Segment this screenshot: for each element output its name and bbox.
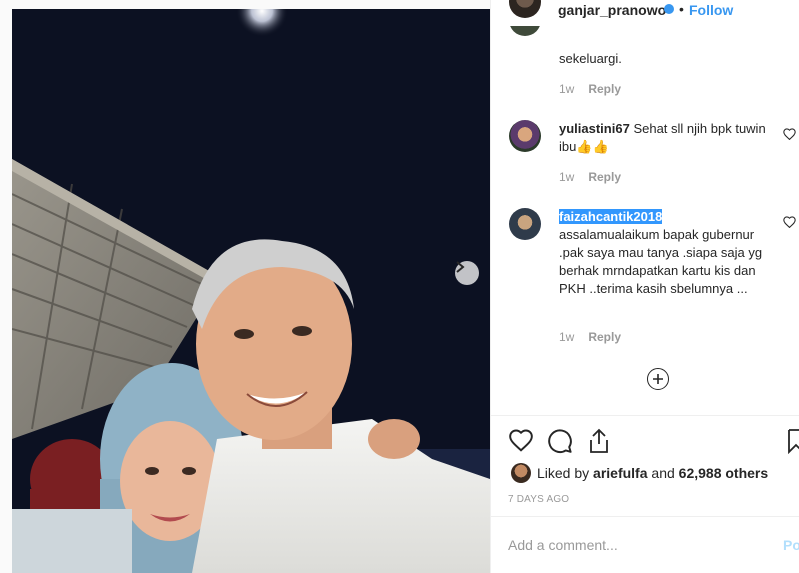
section-divider — [491, 415, 799, 416]
like-comment-heart-icon[interactable] — [783, 216, 796, 228]
next-photo-button[interactable] — [455, 261, 479, 285]
liker-avatar[interactable] — [511, 463, 531, 483]
share-icon[interactable] — [587, 428, 611, 454]
comment-content: assalamualaikum bapak gubernur .pak saya… — [559, 227, 763, 296]
likes-connector: and — [651, 465, 675, 481]
likes-text: Liked by ariefulfa and 62,988 others — [537, 465, 768, 481]
comment-bubble-icon[interactable] — [547, 428, 573, 454]
load-more-comments-button[interactable] — [647, 368, 669, 390]
like-comment-heart-icon[interactable] — [783, 128, 796, 140]
add-comment-field[interactable] — [508, 535, 758, 555]
author-username[interactable]: ganjar_pranowo — [558, 2, 666, 18]
likes-summary: Liked by ariefulfa and 62,988 others — [507, 463, 797, 483]
chevron-right-icon — [456, 261, 465, 273]
post-header: ganjar_pranowo • Follow — [491, 0, 799, 26]
post-comment-button[interactable]: Post — [783, 537, 799, 553]
comment-text: faizahcantik2018 assalamualaikum bapak g… — [559, 208, 769, 298]
likes-others-count[interactable]: 62,988 others — [679, 465, 769, 481]
commenter-avatar[interactable] — [509, 208, 541, 240]
follow-button[interactable]: Follow — [689, 2, 733, 18]
comment-text: yuliastini67 Sehat sll njih bpk tuwin ib… — [559, 120, 769, 156]
comment-time: 1w — [559, 330, 575, 344]
commenter-avatar[interactable] — [509, 120, 541, 152]
comments-list[interactable]: sekeluargi. 1w Reply yuliastini67 Sehat s… — [491, 26, 799, 414]
selfie-photo-image — [12, 9, 490, 573]
reply-button[interactable]: Reply — [588, 82, 621, 96]
commenter-username[interactable]: faizahcantik2018 — [559, 209, 663, 224]
heart-icon[interactable] — [508, 428, 534, 452]
comment-time: 1w — [559, 82, 575, 96]
comment-meta: 1w Reply — [559, 82, 621, 96]
post-photo[interactable] — [12, 9, 490, 573]
commenter-avatar[interactable] — [509, 26, 541, 36]
comment-meta: 1w Reply — [559, 170, 621, 184]
section-divider — [491, 516, 799, 517]
comment-meta: 1w Reply — [559, 330, 621, 344]
header-separator: • — [679, 1, 684, 17]
commenter-username[interactable]: yuliastini67 — [559, 121, 630, 136]
reply-button[interactable]: Reply — [588, 170, 621, 184]
reply-button[interactable]: Reply — [588, 330, 621, 344]
plus-circle-icon — [653, 374, 663, 384]
verified-badge-icon — [664, 4, 674, 14]
comment-text: sekeluargi. — [559, 51, 622, 66]
comment-time: 1w — [559, 170, 575, 184]
post-actions — [491, 428, 799, 454]
likes-prefix: Liked by — [537, 465, 590, 481]
bookmark-icon[interactable] — [787, 428, 799, 454]
liker-username[interactable]: ariefulfa — [593, 465, 647, 481]
post-timestamp[interactable]: 7 DAYS AGO — [508, 494, 569, 505]
author-avatar[interactable] — [509, 0, 541, 18]
post-side-panel: ganjar_pranowo • Follow sekeluargi. 1w Re… — [490, 0, 799, 573]
